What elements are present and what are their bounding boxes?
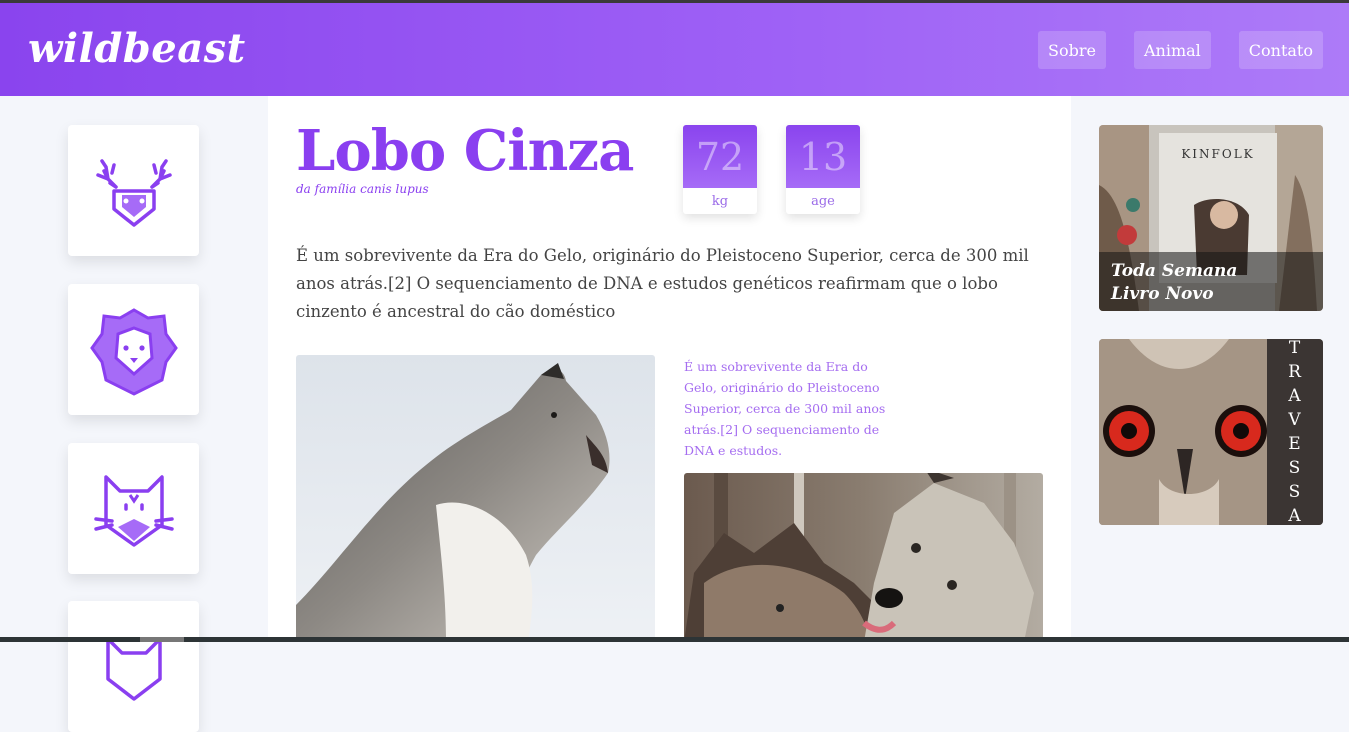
howling-wolf-photo [296, 355, 655, 642]
main-nav: Sobre Animal Contato [1038, 31, 1323, 69]
owl-ad-letter: A [1288, 506, 1302, 525]
main-content: Lobo Cinza da família canis lupus 72 kg … [268, 96, 1071, 642]
cat-icon [93, 474, 174, 547]
ads-sidebar: KINFOLK Toda Semana Livro Novo T R A V E… [1071, 96, 1349, 642]
owl-ad[interactable]: T R A V E S S A [1099, 339, 1323, 525]
owl-ad-letter: E [1288, 434, 1302, 454]
book-ad-caption: Toda Semana Livro Novo [1099, 252, 1323, 311]
book-cover-title: KINFOLK [1181, 147, 1255, 161]
lion-icon [89, 307, 178, 396]
owl-ad-letter: V [1288, 410, 1302, 430]
wolves-photo [684, 473, 1043, 642]
book-ad-line2: Livro Novo [1111, 284, 1214, 304]
book-ad[interactable]: KINFOLK Toda Semana Livro Novo [1099, 125, 1323, 311]
fox-card[interactable] [68, 601, 199, 732]
lion-card[interactable] [68, 284, 199, 415]
nav-sobre[interactable]: Sobre [1038, 31, 1106, 69]
page-title: Lobo Cinza [296, 118, 634, 184]
deer-card[interactable] [68, 125, 199, 256]
owl-ad-letter: T [1288, 339, 1302, 358]
animal-sidebar [0, 96, 268, 732]
nav-contato[interactable]: Contato [1238, 31, 1323, 69]
age-stat: 13 age [786, 125, 860, 214]
site-logo[interactable]: wildbeast [28, 25, 246, 72]
fox-icon [105, 636, 162, 701]
owl-ad-strip: T R A V E S S A [1267, 339, 1323, 525]
age-unit: age [811, 193, 835, 209]
cat-card[interactable] [68, 443, 199, 574]
weight-value: 72 [683, 125, 757, 188]
site-header: wildbeast Sobre Animal Contato [0, 3, 1349, 96]
photo-caption: É um sobrevivente da Era do Gelo, origin… [684, 359, 886, 458]
weight-stat: 72 kg [683, 125, 757, 214]
age-value: 13 [786, 125, 860, 188]
owl-ad-letter: R [1288, 362, 1302, 382]
owl-ad-letter: S [1288, 458, 1302, 478]
nav-animal[interactable]: Animal [1133, 31, 1211, 69]
deer-icon [95, 158, 172, 227]
scrollbar-thumb[interactable] [140, 637, 184, 642]
book-ad-line1: Toda Semana [1111, 261, 1238, 281]
owl-ad-letter: A [1288, 386, 1302, 406]
owl-ad-letter: S [1288, 482, 1302, 502]
animal-description: É um sobrevivente da Era do Gelo, origin… [296, 246, 1029, 321]
weight-unit: kg [711, 193, 729, 209]
animal-family: da família canis lupus [296, 182, 429, 196]
horizontal-scrollbar[interactable] [0, 637, 1349, 642]
